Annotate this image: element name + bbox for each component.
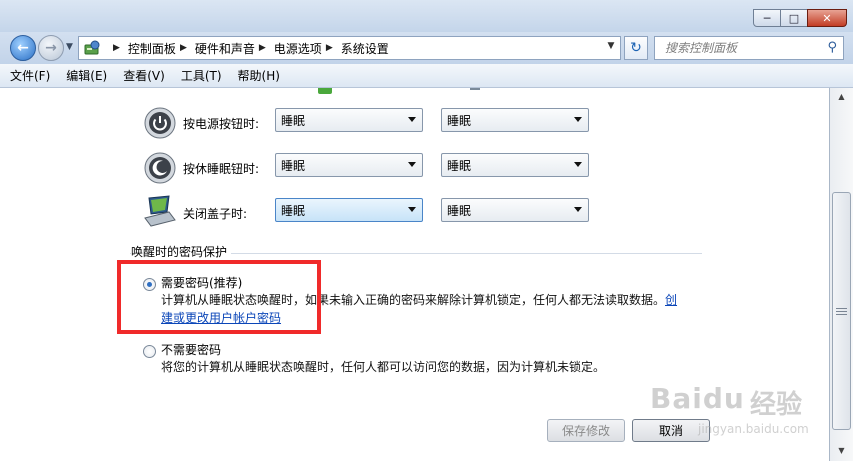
watermark-brand: Baidu: [650, 382, 745, 415]
dropdown-arrow-icon: [408, 117, 416, 122]
thumb-grip: [836, 311, 847, 312]
breadcrumb-hardware-sound[interactable]: 硬件和声音 ▶: [195, 40, 274, 57]
caption-buttons: ─ □ ✕: [753, 9, 847, 27]
password-group-title: 唤醒时的密码保护: [131, 245, 232, 261]
select-value: 睡眠: [281, 158, 306, 173]
sleep-button-battery-select[interactable]: 睡眠: [275, 153, 423, 177]
thumb-grip: [836, 314, 847, 315]
save-changes-button[interactable]: 保存修改: [547, 419, 625, 442]
power-system-settings-window: ─ □ ✕ ← → ▼ ▶ 控制面板 ▶ 硬件和声音 ▶ 电源选项 ▶ 系统设置 ▼ …: [0, 0, 853, 461]
minimize-button[interactable]: ─: [753, 9, 781, 27]
no-password-label[interactable]: 不需要密码: [161, 341, 221, 358]
close-button[interactable]: ✕: [807, 9, 847, 27]
search-box[interactable]: ⚲: [654, 36, 844, 60]
select-value: 睡眠: [447, 203, 472, 218]
dropdown-arrow-icon: [574, 162, 582, 167]
sleep-button-plugged-select[interactable]: 睡眠: [441, 153, 589, 177]
breadcrumb-item: ▶: [109, 43, 128, 53]
refresh-button[interactable]: ↻: [624, 36, 648, 60]
breadcrumb-label[interactable]: 系统设置: [341, 40, 389, 57]
select-value: 睡眠: [281, 113, 306, 128]
sleep-button-row: 按休睡眠钮时: 睡眠 睡眠: [0, 152, 830, 184]
vertical-scrollbar[interactable]: ▲ ▼: [830, 88, 853, 461]
power-button-plugged-select[interactable]: 睡眠: [441, 108, 589, 132]
breadcrumb-system-settings[interactable]: 系统设置: [341, 40, 389, 57]
close-lid-battery-select[interactable]: 睡眠: [275, 198, 423, 222]
breadcrumb-power-options[interactable]: 电源选项 ▶: [274, 40, 341, 57]
back-button[interactable]: ←: [10, 35, 36, 61]
menu-bar: 文件(F) 编辑(E) 查看(V) 工具(T) 帮助(H): [0, 64, 853, 88]
power-button-battery-select[interactable]: 睡眠: [275, 108, 423, 132]
laptop-lid-icon: [144, 195, 176, 227]
breadcrumb-control-panel[interactable]: 控制面板 ▶: [128, 40, 195, 57]
title-bar: ─ □ ✕: [0, 0, 853, 32]
dropdown-arrow-icon: [574, 207, 582, 212]
description-text: 将您的计算机从睡眠状态唤醒时，任何人都可以访问您的数据，因为计算机未锁定。: [161, 360, 606, 374]
search-icon[interactable]: ⚲: [827, 40, 837, 55]
refresh-icon: ↻: [630, 40, 642, 56]
breadcrumb-label[interactable]: 硬件和声音: [195, 40, 255, 57]
sleep-button-icon: [144, 152, 176, 184]
power-button-label: 按电源按钮时:: [183, 117, 260, 131]
breadcrumb-separator-icon[interactable]: ▶: [113, 43, 120, 53]
select-value: 睡眠: [281, 203, 306, 218]
forward-arrow-icon: →: [45, 40, 57, 56]
close-lid-label: 关闭盖子时:: [183, 207, 248, 221]
highlight-annotation-box: [117, 260, 321, 334]
breadcrumb-separator-icon[interactable]: ▶: [180, 43, 187, 53]
back-arrow-icon: ←: [17, 40, 29, 56]
menu-edit[interactable]: 编辑(E): [66, 67, 107, 84]
close-lid-plugged-select[interactable]: 睡眠: [441, 198, 589, 222]
no-password-radio[interactable]: [143, 345, 156, 358]
battery-column-icon: [318, 88, 332, 94]
power-button-row: 按电源按钮时: 睡眠 睡眠: [0, 107, 830, 139]
breadcrumb-label[interactable]: 控制面板: [128, 40, 176, 57]
dropdown-arrow-icon: [408, 207, 416, 212]
address-bar[interactable]: ▶ 控制面板 ▶ 硬件和声音 ▶ 电源选项 ▶ 系统设置 ▼: [78, 36, 621, 60]
baidu-watermark: Baidu 经验 jingyan.baidu.com: [650, 382, 810, 452]
navigation-bar: ← → ▼ ▶ 控制面板 ▶ 硬件和声音 ▶ 电源选项 ▶ 系统设置 ▼ ↻ ⚲: [0, 32, 853, 64]
menu-view[interactable]: 查看(V): [123, 67, 165, 84]
scrollbar-thumb[interactable]: [832, 192, 851, 430]
menu-file[interactable]: 文件(F): [10, 67, 50, 84]
breadcrumb-label[interactable]: 电源选项: [274, 40, 322, 57]
breadcrumb-separator-icon[interactable]: ▶: [326, 43, 333, 53]
breadcrumb-separator-icon[interactable]: ▶: [259, 43, 266, 53]
maximize-button[interactable]: □: [780, 9, 808, 27]
menu-tools[interactable]: 工具(T): [181, 67, 222, 84]
power-button-icon: [144, 107, 176, 139]
thumb-grip: [836, 308, 847, 309]
no-password-description: 将您的计算机从睡眠状态唤醒时，任何人都可以访问您的数据，因为计算机未锁定。: [161, 358, 701, 376]
menu-help[interactable]: 帮助(H): [238, 67, 280, 84]
watermark-brand-cn: 经验: [750, 390, 803, 420]
control-panel-icon: [83, 39, 103, 57]
search-input[interactable]: [665, 41, 815, 55]
scroll-up-arrow-icon[interactable]: ▲: [830, 88, 853, 105]
plugged-column-icon: [470, 88, 480, 90]
content-area: 按电源按钮时: 睡眠 睡眠 按休睡眠钮时: 睡眠 睡眠 关闭盖子时: 睡眠 睡眠…: [0, 88, 830, 461]
dropdown-arrow-icon: [408, 162, 416, 167]
create-password-link[interactable]: 创: [665, 293, 677, 307]
recent-pages-dropdown-icon[interactable]: ▼: [66, 42, 73, 52]
close-lid-row: 关闭盖子时: 睡眠 睡眠: [0, 195, 830, 228]
select-value: 睡眠: [447, 158, 472, 173]
forward-button[interactable]: →: [38, 35, 64, 61]
sleep-button-label: 按休睡眠钮时:: [183, 162, 260, 176]
scroll-down-arrow-icon[interactable]: ▼: [830, 442, 853, 459]
select-value: 睡眠: [447, 113, 472, 128]
watermark-url: jingyan.baidu.com: [698, 422, 809, 436]
dropdown-arrow-icon: [574, 117, 582, 122]
address-history-dropdown-icon[interactable]: ▼: [604, 41, 618, 51]
